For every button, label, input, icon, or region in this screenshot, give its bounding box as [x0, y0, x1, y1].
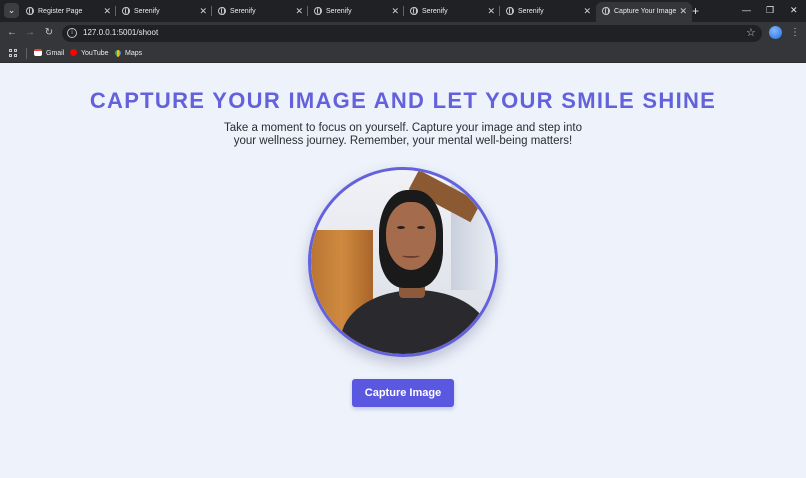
camera-person-face — [386, 202, 436, 270]
tab-close-icon[interactable]: ✕ — [295, 2, 303, 20]
window-close-icon[interactable]: ✕ — [790, 2, 798, 18]
tab-serenify[interactable]: Serenify ✕ — [500, 2, 596, 22]
reload-icon[interactable]: ↻ — [41, 25, 57, 41]
globe-icon — [122, 7, 130, 15]
tab-capture-your-image[interactable]: Capture Your Image ✕ — [596, 2, 692, 22]
tab-label: Serenify — [230, 8, 256, 15]
bookmarks-bar: Gmail YouTube Maps — [0, 44, 806, 63]
tab-serenify[interactable]: Serenify ✕ — [404, 2, 500, 22]
address-bar[interactable]: i 127.0.0.1:5001/shoot ☆ — [62, 25, 762, 42]
tab-serenify[interactable]: Serenify ✕ — [116, 2, 212, 22]
browser-menu-icon[interactable]: ⋮ — [790, 25, 800, 41]
tab-register-page[interactable]: Register Page ✕ — [20, 2, 116, 22]
bookmark-label: YouTube — [81, 50, 109, 57]
tab-label: Serenify — [422, 8, 448, 15]
apps-grid-icon[interactable] — [9, 49, 18, 58]
camera-person-eye — [397, 226, 405, 229]
tab-serenify[interactable]: Serenify ✕ — [308, 2, 404, 22]
tab-close-icon[interactable]: ✕ — [199, 2, 207, 20]
gmail-icon — [34, 49, 42, 56]
forward-arrow-icon[interactable]: → — [22, 25, 38, 41]
page-content: CAPTURE YOUR IMAGE AND LET YOUR SMILE SH… — [0, 64, 806, 478]
camera-preview — [308, 167, 498, 357]
maps-icon — [113, 48, 123, 58]
profile-avatar-icon[interactable] — [769, 26, 782, 39]
globe-icon — [218, 7, 226, 15]
bookmark-maps[interactable]: Maps — [113, 47, 143, 60]
globe-icon — [26, 7, 34, 15]
camera-person-eye — [417, 226, 425, 229]
bookmark-star-icon[interactable]: ☆ — [746, 26, 756, 39]
page-headline: CAPTURE YOUR IMAGE AND LET YOUR SMILE SH… — [89, 88, 717, 113]
globe-icon — [506, 7, 514, 15]
address-url[interactable]: 127.0.0.1:5001/shoot — [83, 28, 158, 37]
camera-window — [451, 170, 495, 290]
minimize-icon[interactable]: — — [742, 2, 751, 18]
tab-label: Serenify — [134, 8, 160, 15]
globe-icon — [602, 7, 610, 15]
tab-close-icon[interactable]: ✕ — [103, 2, 111, 20]
restore-icon[interactable]: ❐ — [766, 2, 774, 18]
youtube-icon — [70, 49, 77, 56]
bookmark-label: Maps — [125, 50, 143, 57]
bookmark-youtube[interactable]: YouTube — [70, 47, 109, 60]
page-subtext: Take a moment to focus on yourself. Capt… — [224, 122, 582, 147]
tab-close-icon[interactable]: ✕ — [679, 2, 687, 20]
site-info-icon[interactable]: i — [67, 28, 77, 38]
tab-label: Register Page — [38, 8, 83, 15]
tab-label: Capture Your Image — [614, 8, 677, 15]
new-tab-plus-icon[interactable]: + — [692, 2, 699, 20]
tab-search-chevron-icon[interactable]: ⌄ — [4, 3, 19, 18]
globe-icon — [314, 7, 322, 15]
tab-label: Serenify — [326, 8, 352, 15]
bookmarks-divider — [26, 48, 27, 59]
bookmark-label: Gmail — [46, 50, 65, 57]
bookmark-gmail[interactable]: Gmail — [34, 47, 64, 60]
capture-image-button[interactable]: Capture Image — [352, 379, 454, 407]
tab-close-icon[interactable]: ✕ — [391, 2, 399, 20]
camera-person-smile — [402, 253, 420, 258]
browser-tab-bar: ⌄ Register Page ✕ Serenify ✕ Serenify ✕ … — [0, 0, 806, 22]
tab-close-icon[interactable]: ✕ — [583, 2, 591, 20]
tab-close-icon[interactable]: ✕ — [487, 2, 495, 20]
tab-serenify[interactable]: Serenify ✕ — [212, 2, 308, 22]
globe-icon — [410, 7, 418, 15]
browser-toolbar: ← → ↻ i 127.0.0.1:5001/shoot ☆ ⋮ — [0, 22, 806, 44]
back-arrow-icon[interactable]: ← — [4, 25, 20, 41]
tab-label: Serenify — [518, 8, 544, 15]
